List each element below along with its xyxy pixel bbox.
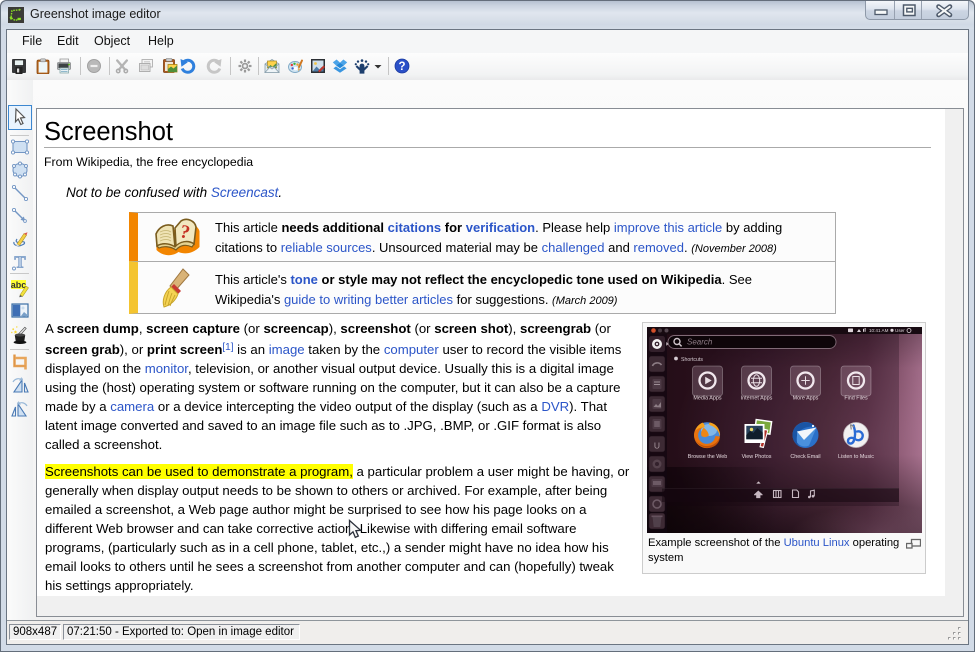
svg-text:U: U [654,441,660,451]
svg-text:Find Files: Find Files [844,396,868,402]
svg-text:View Photos: View Photos [742,454,772,460]
svg-text:Search: Search [687,338,713,347]
svg-text:Check Email: Check Email [790,454,820,460]
svg-text:10:41 AM: 10:41 AM [869,328,889,333]
svg-text:Shortcuts: Shortcuts [681,357,703,363]
svg-text:More Apps: More Apps [793,396,819,402]
svg-text:?: ? [398,61,405,73]
svg-text:User: User [895,328,905,333]
svg-text:abc: abc [11,280,27,290]
svg-text:T: T [14,253,26,272]
svg-text:Internet Apps: Internet Apps [741,396,773,402]
svg-text:Media Apps: Media Apps [693,396,721,402]
svg-text:Browse the Web: Browse the Web [688,454,727,460]
svg-text:Listen to Music: Listen to Music [838,454,874,460]
